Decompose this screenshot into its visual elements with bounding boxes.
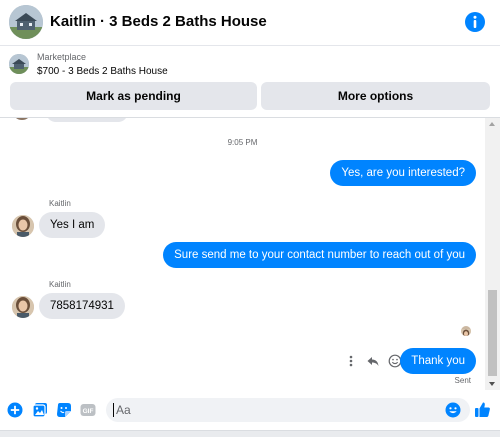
thumbs-up-icon[interactable] xyxy=(474,401,491,418)
message-composer: GIF Aa xyxy=(0,390,500,430)
avatar[interactable] xyxy=(12,215,34,237)
gif-icon[interactable]: GIF xyxy=(80,402,96,418)
more-options-button[interactable]: More options xyxy=(261,82,490,110)
message-input[interactable]: Aa xyxy=(106,398,470,422)
svg-text:GIF: GIF xyxy=(83,408,94,415)
listing-detail[interactable]: $700 - 3 Beds 2 Baths House xyxy=(37,66,168,77)
sticker-icon[interactable] xyxy=(56,402,72,418)
message-bubble-incoming[interactable]: 7858174931 xyxy=(39,293,125,319)
sender-name: Kaitlin xyxy=(49,199,71,208)
reply-icon[interactable] xyxy=(366,354,380,368)
message-bubble-outgoing[interactable]: Sure send me to your contact number to r… xyxy=(163,242,476,268)
listing-thumbnail[interactable] xyxy=(9,54,29,74)
sender-name: Kaitlin xyxy=(49,280,71,289)
messenger-chat-window: Kaitlin · 3 Beds 2 Baths House Marketpla… xyxy=(0,0,500,437)
avatar-partial xyxy=(16,118,28,120)
timestamp: 9:05 PM xyxy=(227,138,258,147)
window-bottom-edge xyxy=(0,430,500,437)
message-input-placeholder: Aa xyxy=(116,403,131,417)
message-bubble-outgoing[interactable]: Thank you xyxy=(400,348,476,374)
avatar[interactable] xyxy=(12,296,34,318)
text-caret xyxy=(113,403,114,417)
read-receipt-avatar xyxy=(461,326,471,336)
info-icon[interactable] xyxy=(464,11,486,33)
message-bubble-partial xyxy=(46,118,128,122)
more-icon[interactable] xyxy=(344,354,358,368)
plus-icon[interactable] xyxy=(7,402,23,418)
chat-title[interactable]: Kaitlin · 3 Beds 2 Baths House xyxy=(50,13,267,30)
mark-as-pending-button[interactable]: Mark as pending xyxy=(10,82,257,110)
message-bubble-incoming[interactable]: Yes I am xyxy=(39,212,106,238)
scroll-up-icon[interactable] xyxy=(489,122,495,126)
marketplace-listing: Marketplace $700 - 3 Beds 2 Baths House … xyxy=(0,46,500,118)
message-actions xyxy=(344,353,402,369)
message-bubble-outgoing[interactable]: Yes, are you interested? xyxy=(330,160,476,186)
scroll-down-icon[interactable] xyxy=(489,382,495,386)
listing-avatar[interactable] xyxy=(9,5,43,39)
photo-icon[interactable] xyxy=(32,402,48,418)
listing-source-label: Marketplace xyxy=(37,52,87,62)
emoji-icon[interactable] xyxy=(445,402,461,418)
delivery-status: Sent xyxy=(454,376,471,385)
scrollbar[interactable] xyxy=(485,118,500,390)
scrollbar-thumb[interactable] xyxy=(488,290,497,376)
message-list: 9:05 PM Yes, are you interested? Kaitlin… xyxy=(0,118,485,390)
chat-header: Kaitlin · 3 Beds 2 Baths House xyxy=(0,0,500,46)
